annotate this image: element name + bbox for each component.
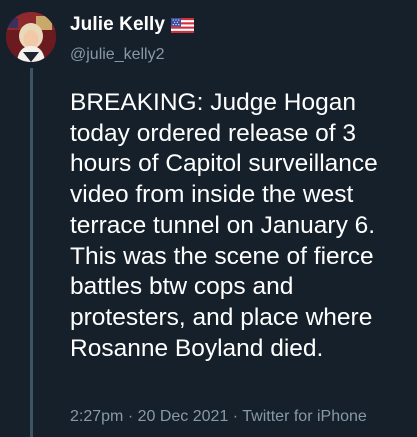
meta-separator: · bbox=[127, 408, 134, 425]
author-handle[interactable]: @julie_kelly2 bbox=[70, 45, 165, 65]
tweet-date[interactable]: 20 Dec 2021 bbox=[138, 408, 229, 425]
avatar[interactable] bbox=[6, 12, 56, 62]
tweet-source[interactable]: Twitter for iPhone bbox=[242, 408, 367, 425]
author-name-row[interactable]: Julie Kelly bbox=[70, 14, 195, 36]
tweet-card: Julie Kelly @julie_kelly2 BREAKING: Judg… bbox=[0, 0, 417, 437]
tweet-text: BREAKING: Judge Hogan today ordered rele… bbox=[70, 89, 378, 362]
us-flag-icon bbox=[171, 18, 195, 33]
thread-line bbox=[30, 68, 33, 437]
tweet-time[interactable]: 2:27pm bbox=[70, 408, 123, 425]
avatar-image bbox=[6, 12, 56, 62]
author-display-name[interactable]: Julie Kelly bbox=[70, 14, 165, 36]
tweet-meta: 2:27pm · 20 Dec 2021 · Twitter for iPhon… bbox=[70, 407, 367, 427]
meta-separator: · bbox=[232, 408, 239, 425]
